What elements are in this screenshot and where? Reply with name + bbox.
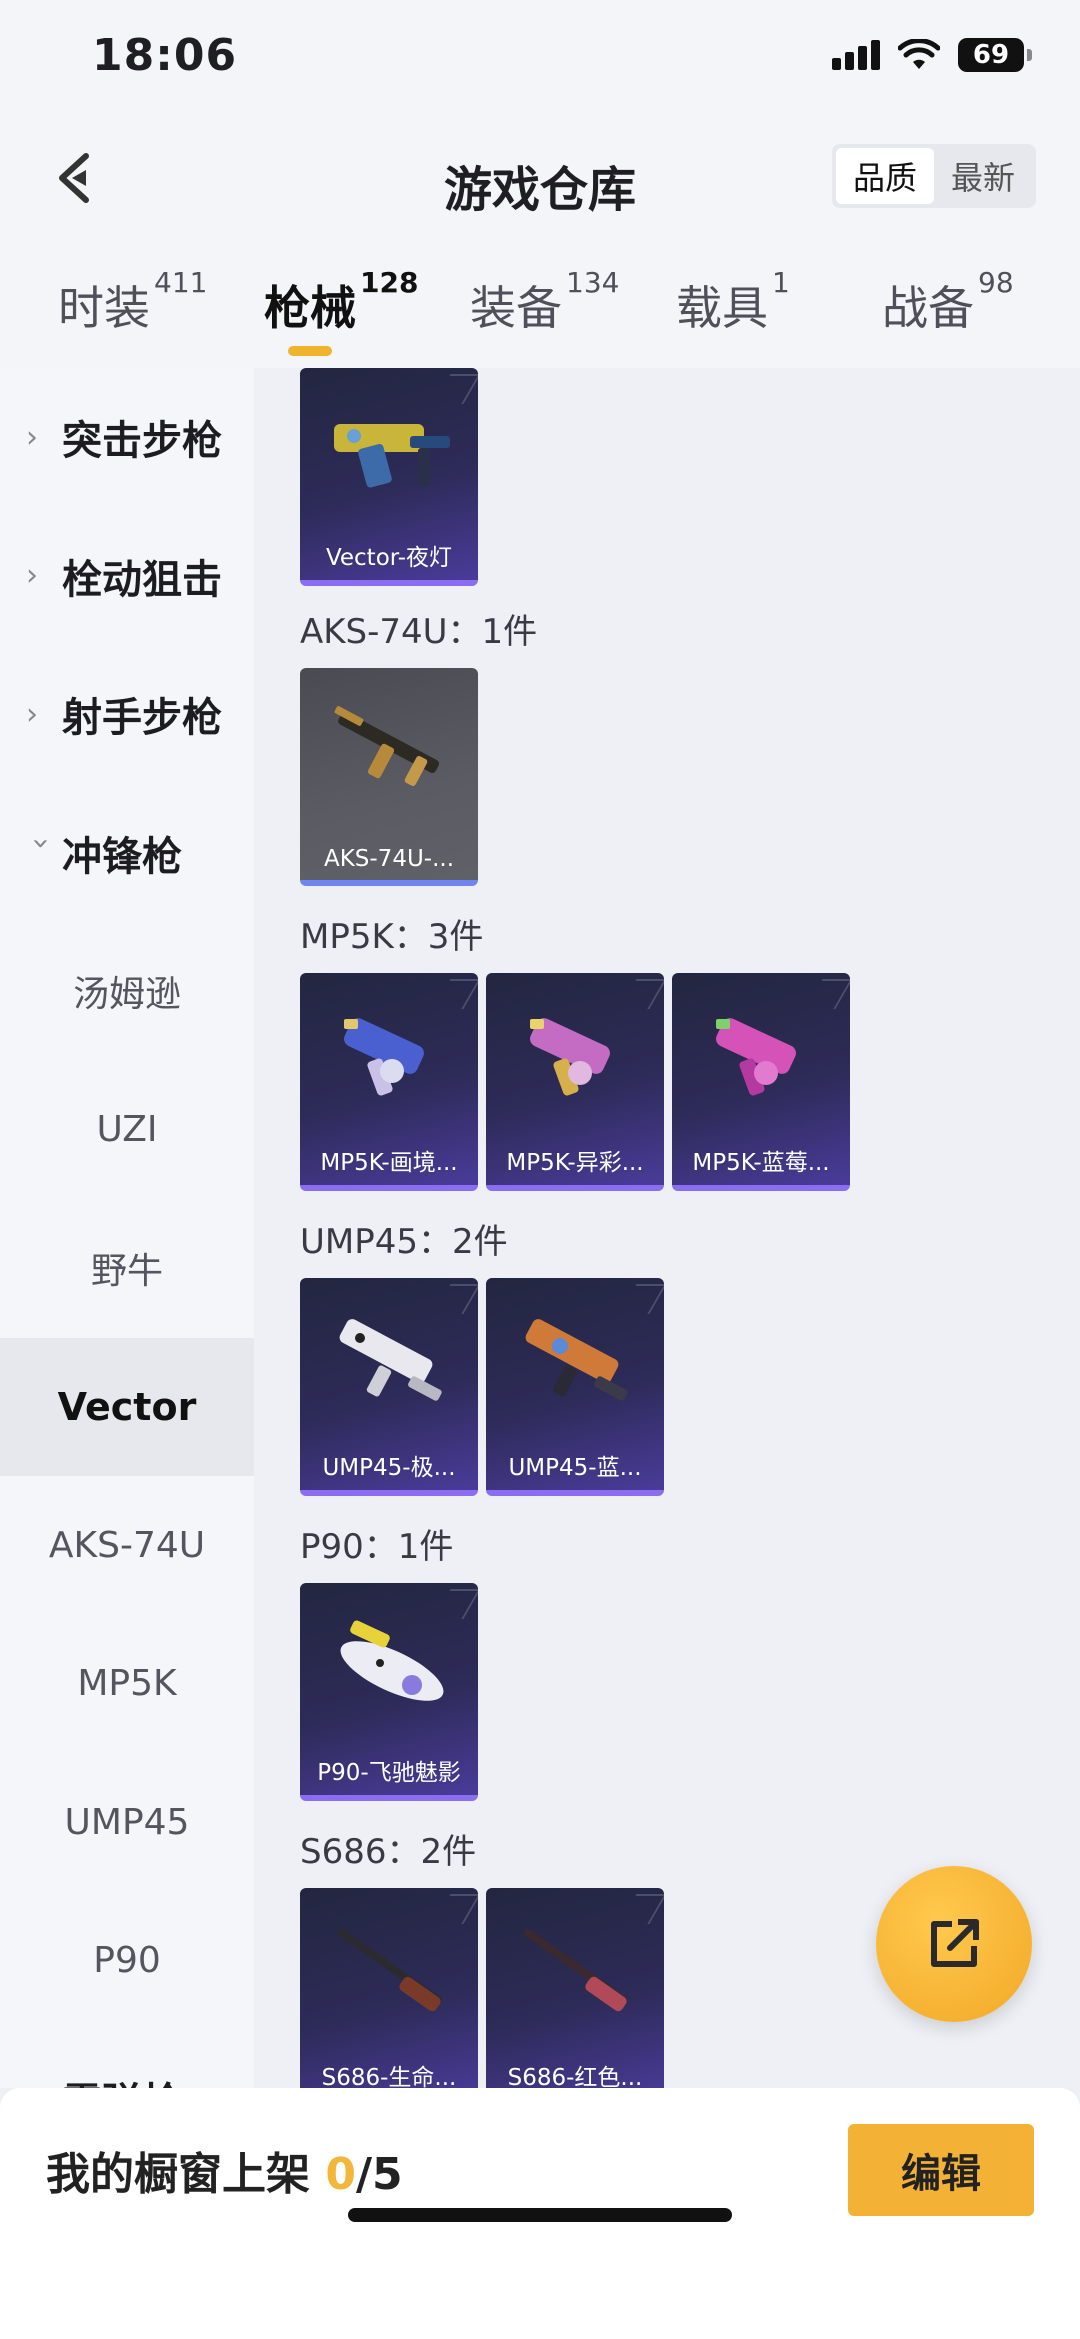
- showcase-status: 我的橱窗上架 0/5: [46, 2149, 403, 2200]
- tab-count: 134: [566, 266, 620, 299]
- skin-name: UMP45-蓝...: [508, 1455, 642, 1481]
- home-indicator[interactable]: [348, 2208, 732, 2222]
- section-title: P90：1件: [300, 1527, 454, 1567]
- chevron-right-icon: ›: [26, 558, 38, 594]
- sort-option-newest[interactable]: 最新: [934, 148, 1032, 204]
- battery-icon: 69: [958, 38, 1032, 72]
- active-tab-indicator: [288, 346, 332, 356]
- skin-name: P90-飞驰魅影: [317, 1760, 461, 1786]
- tab-fashion[interactable]: 时装 411: [58, 266, 207, 338]
- sidebar-item-uzi[interactable]: UZI: [0, 1061, 254, 1200]
- tab-vehicles[interactable]: 载具 1: [676, 266, 790, 338]
- vector-gun-icon: [334, 424, 450, 488]
- tab-count: 98: [978, 266, 1014, 299]
- skin-card[interactable]: S686-红色...: [486, 1888, 664, 2088]
- sidebar-item-bizon[interactable]: 野牛: [0, 1199, 254, 1338]
- tab-count: 1: [772, 266, 790, 299]
- category-tabs: 时装 411 枪械 128 装备 134 载具 1 战备 98: [0, 240, 1080, 368]
- skin-card[interactable]: UMP45-蓝...: [486, 1278, 664, 1496]
- tab-count: 128: [360, 266, 419, 299]
- chevron-down-icon: ›: [23, 837, 59, 850]
- skin-name: S686-红色...: [507, 2065, 643, 2088]
- sidebar-group-assault-rifle[interactable]: › 突击步枪: [0, 368, 254, 507]
- tab-count: 411: [154, 266, 208, 299]
- item-row: AKS-74U-...: [300, 668, 478, 886]
- item-row: P90-飞驰魅影: [300, 1583, 478, 1801]
- skin-card[interactable]: Vector-夜灯: [300, 368, 478, 586]
- status-time: 18:06: [92, 30, 238, 81]
- skin-card[interactable]: UMP45-极...: [300, 1278, 478, 1496]
- skin-card[interactable]: P90-飞驰魅影: [300, 1583, 478, 1801]
- tab-supplies[interactable]: 战备 98: [882, 266, 1014, 338]
- share-button[interactable]: [876, 1866, 1032, 2022]
- sidebar-item-aks74u[interactable]: AKS-74U: [0, 1476, 254, 1615]
- wifi-icon: [898, 39, 940, 69]
- tab-firearms[interactable]: 枪械 128: [264, 266, 418, 338]
- tab-equipment[interactable]: 装备 134: [470, 266, 619, 338]
- sort-option-quality[interactable]: 品质: [836, 148, 934, 204]
- weapon-list: Vector-夜灯 AKS-74U：1件 AKS-74U-... MP5K：3件…: [254, 368, 1080, 2088]
- sort-toggle: 品质 最新: [832, 144, 1036, 208]
- cellular-signal-icon: [832, 40, 880, 70]
- chevron-right-icon: ›: [26, 696, 38, 732]
- mp5k-gun-icon: [344, 1018, 424, 1096]
- external-link-icon: [931, 1919, 979, 1967]
- skin-card[interactable]: AKS-74U-...: [300, 668, 478, 886]
- aks74u-gun-icon: [334, 706, 440, 787]
- sidebar-group-dmr[interactable]: › 射手步枪: [0, 645, 254, 784]
- sidebar-item-p90[interactable]: P90: [0, 1892, 254, 2031]
- skin-name: AKS-74U-...: [323, 846, 455, 872]
- sidebar-item-vector[interactable]: Vector: [0, 1337, 254, 1476]
- sidebar-item-mp5k[interactable]: MP5K: [0, 1615, 254, 1754]
- showcase-count: 0: [325, 2149, 356, 2200]
- edit-button[interactable]: 编辑: [848, 2124, 1034, 2216]
- skin-card[interactable]: S686-生命...: [300, 1888, 478, 2088]
- skin-name: MP5K-画境...: [320, 1150, 458, 1176]
- ump45-gun-icon: [525, 1319, 628, 1401]
- skin-name: UMP45-极...: [322, 1455, 456, 1481]
- sidebar-item-ump45[interactable]: UMP45: [0, 1753, 254, 1892]
- skin-card[interactable]: MP5K-画境...: [300, 973, 478, 1191]
- skin-card[interactable]: MP5K-异彩...: [486, 973, 664, 1191]
- p90-gun-icon: [340, 1620, 444, 1701]
- s686-gun-icon: [523, 1928, 628, 2012]
- sidebar-group-bolt-sniper[interactable]: › 栓动狙击: [0, 507, 254, 646]
- section-title: S686：2件: [300, 1832, 477, 1872]
- weapon-type-sidebar: › 突击步枪 › 栓动狙击 › 射手步枪 › 冲锋枪 汤姆逊 UZI 野牛 Vector…: [0, 368, 254, 2088]
- skin-name: MP5K-异彩...: [506, 1150, 644, 1176]
- item-row: UMP45-极... UMP45-蓝...: [300, 1278, 664, 1496]
- section-title: MP5K：3件: [300, 917, 484, 957]
- sidebar-item-thompson[interactable]: 汤姆逊: [0, 922, 254, 1061]
- sidebar-group-shotgun[interactable]: ›霰弹枪: [0, 2030, 254, 2088]
- item-row: S686-生命... S686-红色...: [300, 1888, 664, 2088]
- item-row: MP5K-画境... MP5K-异彩... MP5K-蓝莓...: [300, 973, 850, 1191]
- skin-card[interactable]: MP5K-蓝莓...: [672, 973, 850, 1191]
- showcase-total: /5: [355, 2149, 403, 2200]
- section-title: AKS-74U：1件: [300, 612, 538, 652]
- skin-name: MP5K-蓝莓...: [692, 1150, 830, 1176]
- ump45-gun-icon: [339, 1319, 442, 1401]
- item-row: Vector-夜灯: [300, 368, 478, 586]
- s686-gun-icon: [337, 1928, 442, 2012]
- sidebar-group-smg[interactable]: › 冲锋枪: [0, 784, 254, 923]
- chevron-right-icon: ›: [26, 419, 38, 455]
- mp5k-gun-icon: [716, 1018, 796, 1096]
- app-header: 游戏仓库 品质 最新: [0, 120, 1080, 240]
- skin-name: S686-生命...: [321, 2065, 457, 2088]
- skin-name: Vector-夜灯: [325, 545, 453, 571]
- status-bar: 18:06 69: [0, 0, 1080, 120]
- section-title: UMP45：2件: [300, 1222, 508, 1262]
- mp5k-gun-icon: [530, 1018, 610, 1096]
- status-icons: 69: [832, 38, 1032, 72]
